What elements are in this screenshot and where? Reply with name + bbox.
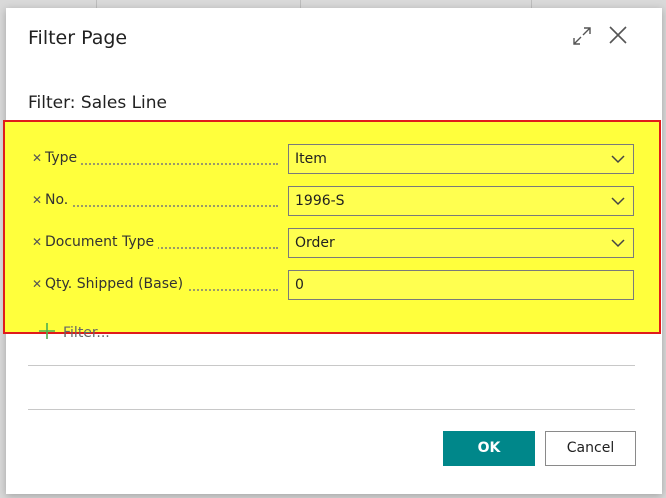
filter-subtitle: Filter: Sales Line	[28, 93, 168, 113]
add-icon	[39, 323, 55, 339]
filter-row-no: ✕ No. 1996-S	[6, 186, 662, 216]
filter-label-qty-shipped[interactable]: Qty. Shipped (Base)	[45, 276, 188, 292]
filter-page-dialog: Filter Page Filter: Sales Line ✕ Type It…	[3, 8, 662, 494]
remove-filter-icon[interactable]: ✕	[32, 235, 42, 249]
close-icon[interactable]	[607, 24, 629, 46]
chevron-down-icon	[611, 197, 625, 206]
remove-filter-icon[interactable]: ✕	[32, 277, 42, 291]
dotted-leader	[46, 205, 278, 207]
filter-row-qty-shipped: ✕ Qty. Shipped (Base) 0	[6, 270, 662, 300]
document-type-select[interactable]: Order	[288, 228, 634, 258]
filter-row-document-type: ✕ Document Type Order	[6, 228, 662, 258]
cancel-button[interactable]: Cancel	[545, 431, 636, 466]
divider	[28, 365, 635, 366]
chevron-down-icon	[611, 239, 625, 248]
dialog-title: Filter Page	[28, 27, 128, 49]
add-filter-label: Filter...	[63, 325, 110, 341]
qty-shipped-input[interactable]: 0	[288, 270, 634, 300]
no-select[interactable]: 1996-S	[288, 186, 634, 216]
document-type-value: Order	[295, 235, 335, 251]
chevron-down-icon	[611, 155, 625, 164]
remove-filter-icon[interactable]: ✕	[32, 151, 42, 165]
filter-label-no[interactable]: No.	[45, 192, 73, 208]
filter-row-type: ✕ Type Item	[6, 144, 662, 174]
remove-filter-icon[interactable]: ✕	[32, 193, 42, 207]
expand-icon[interactable]	[572, 26, 592, 46]
qty-shipped-value: 0	[295, 277, 304, 293]
filter-label-document-type[interactable]: Document Type	[45, 234, 159, 250]
divider	[28, 409, 635, 410]
type-select[interactable]: Item	[288, 144, 634, 174]
filter-label-type[interactable]: Type	[45, 150, 82, 166]
type-value: Item	[295, 151, 327, 167]
no-value: 1996-S	[295, 193, 345, 209]
ok-button[interactable]: OK	[443, 431, 535, 466]
